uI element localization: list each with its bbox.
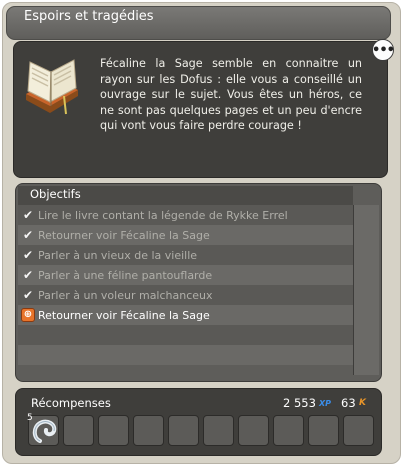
objective-row: ✔ Parler à une féline pantouflarde xyxy=(18,265,353,285)
reward-slot[interactable] xyxy=(63,415,94,446)
quest-description: Fécaline la Sage semble en connaitre un … xyxy=(100,57,362,133)
objective-row-empty xyxy=(18,325,353,345)
target-icon[interactable]: ⊕ xyxy=(21,308,35,322)
swirl-item-icon[interactable] xyxy=(30,416,60,446)
more-options-button[interactable]: ••• xyxy=(372,39,395,61)
checkmark-icon: ✔ xyxy=(22,268,34,282)
objectives-title: Objectifs xyxy=(30,187,81,201)
window-title: Espoirs et tragédies xyxy=(24,9,154,24)
objectives-scrollbar[interactable] xyxy=(353,205,379,375)
objective-label: Retourner voir Fécaline la Sage xyxy=(38,308,210,322)
kamas-icon: K xyxy=(359,398,366,408)
checkmark-icon: ✔ xyxy=(22,288,34,302)
xp-icon: XP xyxy=(319,399,332,408)
reward-slot[interactable] xyxy=(203,415,234,446)
objective-label: Parler à un voleur malchanceux xyxy=(38,288,213,302)
checkmark-icon: ✔ xyxy=(22,248,34,262)
objective-row-empty xyxy=(18,345,353,365)
open-book-icon xyxy=(26,59,78,115)
objective-label: Parler à un vieux de la vieille xyxy=(38,248,198,262)
objective-row: ✔ Lire le livre contant la légende de Ry… xyxy=(18,205,353,225)
reward-slot[interactable] xyxy=(133,415,164,446)
rewards-title: Récompenses xyxy=(31,396,111,410)
reward-slot[interactable] xyxy=(238,415,269,446)
objective-label: Lire le livre contant la légende de Rykk… xyxy=(38,208,288,222)
reward-slot[interactable] xyxy=(308,415,339,446)
reward-slot[interactable] xyxy=(98,415,129,446)
objective-row: ✔ Parler à un vieux de la vieille xyxy=(18,245,353,265)
reward-slot[interactable] xyxy=(168,415,199,446)
objective-label: Parler à une féline pantouflarde xyxy=(38,268,213,282)
reward-slot[interactable] xyxy=(343,415,374,446)
reward-quantity: 5 xyxy=(27,413,33,423)
kamas-value: 63 xyxy=(341,396,356,410)
checkmark-icon: ✔ xyxy=(22,208,34,222)
objective-row: ✔ Parler à un voleur malchanceux xyxy=(18,285,353,305)
xp-value: 2 553 xyxy=(283,396,316,410)
objective-row: ✔ Retourner voir Fécaline la Sage xyxy=(18,225,353,245)
checkmark-icon: ✔ xyxy=(22,228,34,242)
reward-slot[interactable] xyxy=(273,415,304,446)
objective-row-active[interactable]: ⊕ Retourner voir Fécaline la Sage xyxy=(18,305,353,325)
objective-label: Retourner voir Fécaline la Sage xyxy=(38,228,210,242)
